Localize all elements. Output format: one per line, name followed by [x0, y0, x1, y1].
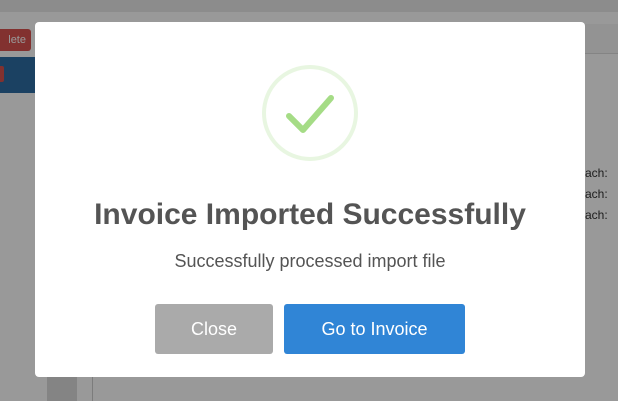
go-to-invoice-button[interactable]: Go to Invoice [284, 304, 465, 354]
modal-title: Invoice Imported Successfully [94, 198, 526, 231]
success-modal: Invoice Imported Successfully Successful… [35, 22, 585, 377]
close-button[interactable]: Close [155, 304, 273, 354]
modal-message: Successfully processed import file [174, 251, 446, 271]
success-checkmark-icon [262, 65, 358, 161]
screen: lete ach: ach: ach: Invoice Imported Suc… [0, 0, 618, 401]
